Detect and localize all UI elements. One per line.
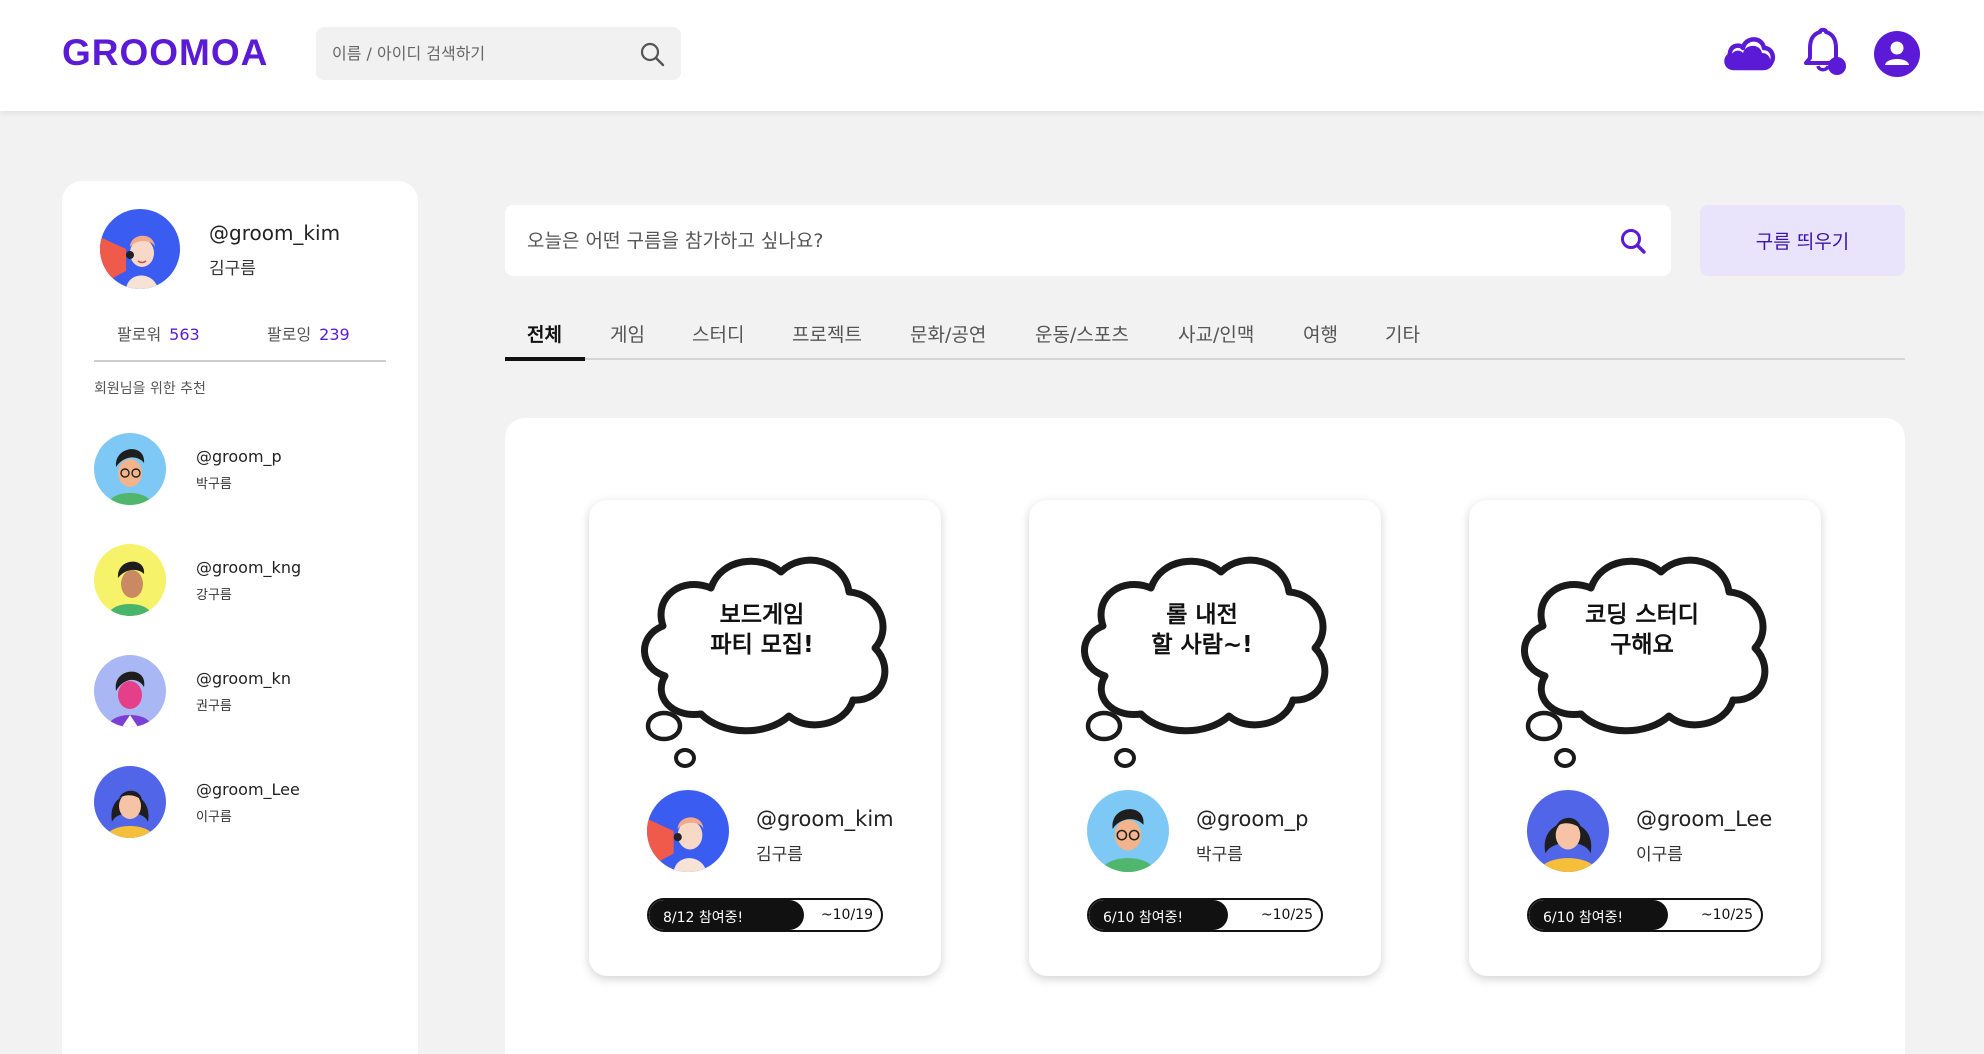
host-user-name: 이구름 bbox=[1636, 845, 1683, 865]
participation-status: 6/10 참여중! bbox=[1543, 910, 1624, 926]
tab-study[interactable]: 스터디 bbox=[692, 320, 744, 347]
recommend-user-name: 권구름 bbox=[196, 699, 232, 714]
recommend-user-id: @groom_p bbox=[196, 447, 282, 466]
user-avatar bbox=[94, 544, 166, 616]
cloud-card[interactable]: 롤 내전 할 사람~! @groom_p 박구름 6/10 참여중! ~10/2… bbox=[1029, 500, 1381, 976]
cloud-title-line: 보드게임 bbox=[719, 602, 805, 628]
cloud-title-line: 할 사람~! bbox=[1151, 632, 1253, 658]
recommend-title: 회원님을 위한 추천 bbox=[94, 381, 206, 397]
participation-progress: 8/12 참여중! ~10/19 bbox=[647, 898, 883, 932]
recommend-item[interactable]: @groom_p 박구름 bbox=[94, 433, 384, 505]
recommend-user-name: 강구름 bbox=[196, 588, 232, 603]
recommend-user-id: @groom_Lee bbox=[196, 780, 300, 799]
category-tabs: 전체 게임 스터디 프로젝트 문화/공연 운동/스포츠 사교/인맥 여행 기타 bbox=[505, 312, 1905, 361]
create-cloud-button[interactable]: 구름 띄우기 bbox=[1700, 205, 1905, 276]
profile-icon[interactable] bbox=[1873, 30, 1921, 78]
host-avatar bbox=[1087, 790, 1169, 872]
search-icon[interactable] bbox=[639, 41, 665, 67]
host-user-name: 김구름 bbox=[756, 845, 803, 865]
participation-progress: 6/10 참여중! ~10/25 bbox=[1527, 898, 1763, 932]
tab-project[interactable]: 프로젝트 bbox=[792, 320, 862, 347]
tab-game[interactable]: 게임 bbox=[610, 320, 645, 347]
tab-all[interactable]: 전체 bbox=[527, 320, 562, 347]
tab-culture[interactable]: 문화/공연 bbox=[910, 320, 986, 347]
cloud-search-bar bbox=[505, 205, 1671, 276]
deadline-date: ~10/19 bbox=[820, 907, 873, 923]
followers-stat[interactable]: 팔로워 563 bbox=[117, 321, 200, 345]
user-avatar bbox=[94, 433, 166, 505]
cloud-title-line: 파티 모집! bbox=[710, 632, 814, 658]
host-user-id: @groom_p bbox=[1196, 807, 1309, 831]
following-count: 239 bbox=[319, 325, 350, 344]
my-user-name: 김구름 bbox=[209, 259, 256, 279]
participation-progress: 6/10 참여중! ~10/25 bbox=[1087, 898, 1323, 932]
participation-status: 6/10 참여중! bbox=[1103, 910, 1184, 926]
recommend-user-name: 박구름 bbox=[196, 477, 232, 492]
host-user-name: 박구름 bbox=[1196, 845, 1243, 865]
host-user-id: @groom_Lee bbox=[1636, 807, 1773, 831]
deadline-date: ~10/25 bbox=[1260, 907, 1313, 923]
user-search-input[interactable] bbox=[332, 27, 622, 80]
cloud-card[interactable]: 보드게임 파티 모집! @groom_kim 김구름 8/12 참여중! ~10… bbox=[589, 500, 941, 976]
deadline-date: ~10/25 bbox=[1700, 907, 1753, 923]
cloud-title-line: 코딩 스터디 bbox=[1585, 602, 1699, 628]
tab-travel[interactable]: 여행 bbox=[1303, 320, 1338, 347]
recommend-user-id: @groom_kng bbox=[196, 558, 302, 577]
recommend-user-name: 이구름 bbox=[196, 810, 232, 825]
top-header: GROOMOA bbox=[0, 0, 1984, 111]
tab-social[interactable]: 사교/인맥 bbox=[1178, 320, 1254, 347]
cloud-title-line: 구해요 bbox=[1610, 632, 1674, 658]
active-tab-indicator bbox=[505, 357, 585, 361]
cloud-title: 보드게임 파티 모집! bbox=[637, 600, 887, 660]
participation-status: 8/12 참여중! bbox=[663, 910, 744, 926]
app-logo[interactable]: GROOMOA bbox=[62, 32, 268, 74]
my-user-id: @groom_kim bbox=[209, 221, 341, 245]
cloud-list-panel: 보드게임 파티 모집! @groom_kim 김구름 8/12 참여중! ~10… bbox=[505, 418, 1905, 1054]
profile-sidebar: @groom_kim 김구름 팔로워 563 팔로잉 239 회원님을 위한 추천 … bbox=[62, 181, 418, 1054]
cloud-search-input[interactable] bbox=[527, 205, 1587, 276]
host-avatar bbox=[647, 790, 729, 872]
user-search-bar bbox=[316, 27, 681, 80]
followers-label: 팔로워 bbox=[117, 325, 162, 344]
user-avatar bbox=[94, 766, 166, 838]
tab-etc[interactable]: 기타 bbox=[1385, 320, 1420, 347]
sidebar-divider bbox=[94, 360, 386, 362]
cloud-title-line: 롤 내전 bbox=[1166, 602, 1238, 628]
recommend-item[interactable]: @groom_Lee 이구름 bbox=[94, 766, 384, 838]
following-stat[interactable]: 팔로잉 239 bbox=[267, 321, 350, 345]
host-user-id: @groom_kim bbox=[756, 807, 894, 831]
followers-count: 563 bbox=[169, 325, 200, 344]
recommend-item[interactable]: @groom_kng 강구름 bbox=[94, 544, 384, 616]
cloud-icon[interactable] bbox=[1722, 32, 1776, 72]
tab-sports[interactable]: 운동/스포츠 bbox=[1035, 320, 1129, 347]
host-avatar bbox=[1527, 790, 1609, 872]
recommend-item[interactable]: @groom_kn 권구름 bbox=[94, 655, 384, 727]
cloud-title: 코딩 스터디 구해요 bbox=[1517, 600, 1767, 660]
search-icon[interactable] bbox=[1619, 227, 1647, 255]
recommend-user-id: @groom_kn bbox=[196, 669, 291, 688]
cloud-title: 롤 내전 할 사람~! bbox=[1077, 600, 1327, 660]
user-avatar bbox=[94, 655, 166, 727]
following-label: 팔로잉 bbox=[267, 325, 312, 344]
my-avatar[interactable] bbox=[100, 209, 180, 289]
bell-icon[interactable] bbox=[1800, 26, 1848, 78]
cloud-card[interactable]: 코딩 스터디 구해요 @groom_Lee 이구름 6/10 참여중! ~10/… bbox=[1469, 500, 1821, 976]
